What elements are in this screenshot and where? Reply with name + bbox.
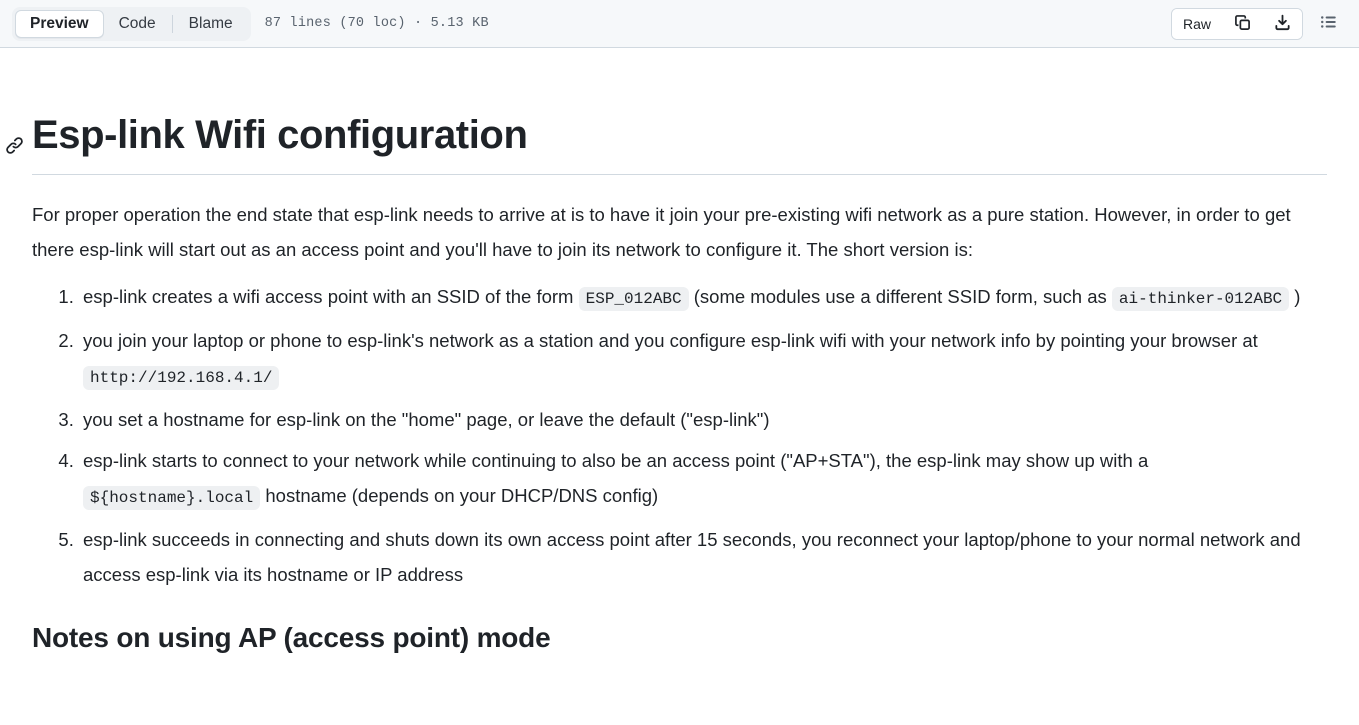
copy-icon — [1234, 14, 1251, 34]
section-heading-ap-mode: Notes on using AP (access point) mode — [32, 622, 551, 653]
download-raw-file-button[interactable] — [1262, 8, 1302, 39]
list-item-text: hostname (depends on your DHCP/DNS confi… — [260, 485, 659, 506]
raw-button[interactable]: Raw — [1171, 8, 1222, 39]
tab-preview[interactable]: Preview — [15, 9, 104, 38]
list-item-text: you set a hostname for esp-link on the "… — [83, 409, 770, 430]
link-icon — [5, 117, 24, 167]
inline-code: ${hostname}.local — [83, 486, 261, 510]
heading-anchor-link[interactable] — [4, 132, 24, 154]
inline-code: ai-thinker-012ABC — [1111, 287, 1290, 311]
list-item: you join your laptop or phone to esp-lin… — [79, 323, 1327, 396]
list-item: esp-link starts to connect to your netwo… — [79, 443, 1327, 516]
markdown-preview-body: Esp-link Wifi configuration For proper o… — [0, 48, 1359, 654]
list-item: esp-link succeeds in connecting and shut… — [79, 522, 1327, 592]
list-item: you set a hostname for esp-link on the "… — [79, 402, 1327, 437]
file-header-toolbar: Preview Code Blame 87 lines (70 loc) · 5… — [0, 0, 1359, 48]
raw-copy-download-button-group: Raw — [1170, 7, 1303, 40]
segmented-divider — [171, 14, 173, 33]
steps-ordered-list: esp-link creates a wifi access point wit… — [32, 279, 1327, 592]
copy-raw-content-button[interactable] — [1222, 8, 1262, 39]
list-item-text: esp-link succeeds in connecting and shut… — [83, 529, 1301, 585]
inline-code: ESP_012ABC — [578, 287, 689, 311]
intro-paragraph: For proper operation the end state that … — [32, 204, 1291, 260]
download-icon — [1274, 14, 1291, 34]
symbols-outline-button[interactable] — [1313, 8, 1345, 40]
list-item: esp-link creates a wifi access point wit… — [79, 279, 1327, 317]
inline-code: http://192.168.4.1/ — [83, 366, 280, 390]
toolbar-actions: Raw — [1170, 7, 1345, 40]
list-item-text: (some modules use a different SSID form,… — [688, 286, 1112, 307]
list-item-text: ) — [1289, 286, 1301, 307]
tab-code[interactable]: Code — [104, 10, 171, 38]
list-item-text: esp-link creates a wifi access point wit… — [83, 286, 579, 307]
page-title: Esp-link Wifi configuration — [5, 110, 1327, 175]
tab-blame[interactable]: Blame — [174, 10, 248, 38]
list-item-text: esp-link starts to connect to your netwo… — [83, 450, 1149, 471]
file-metadata-label: 87 lines (70 loc) · 5.13 KB — [264, 16, 489, 31]
view-mode-segmented-control: Preview Code Blame — [12, 6, 251, 41]
outline-icon — [1320, 13, 1338, 34]
list-item-text: you join your laptop or phone to esp-lin… — [83, 330, 1258, 351]
page-title-text: Esp-link Wifi configuration — [32, 113, 528, 157]
